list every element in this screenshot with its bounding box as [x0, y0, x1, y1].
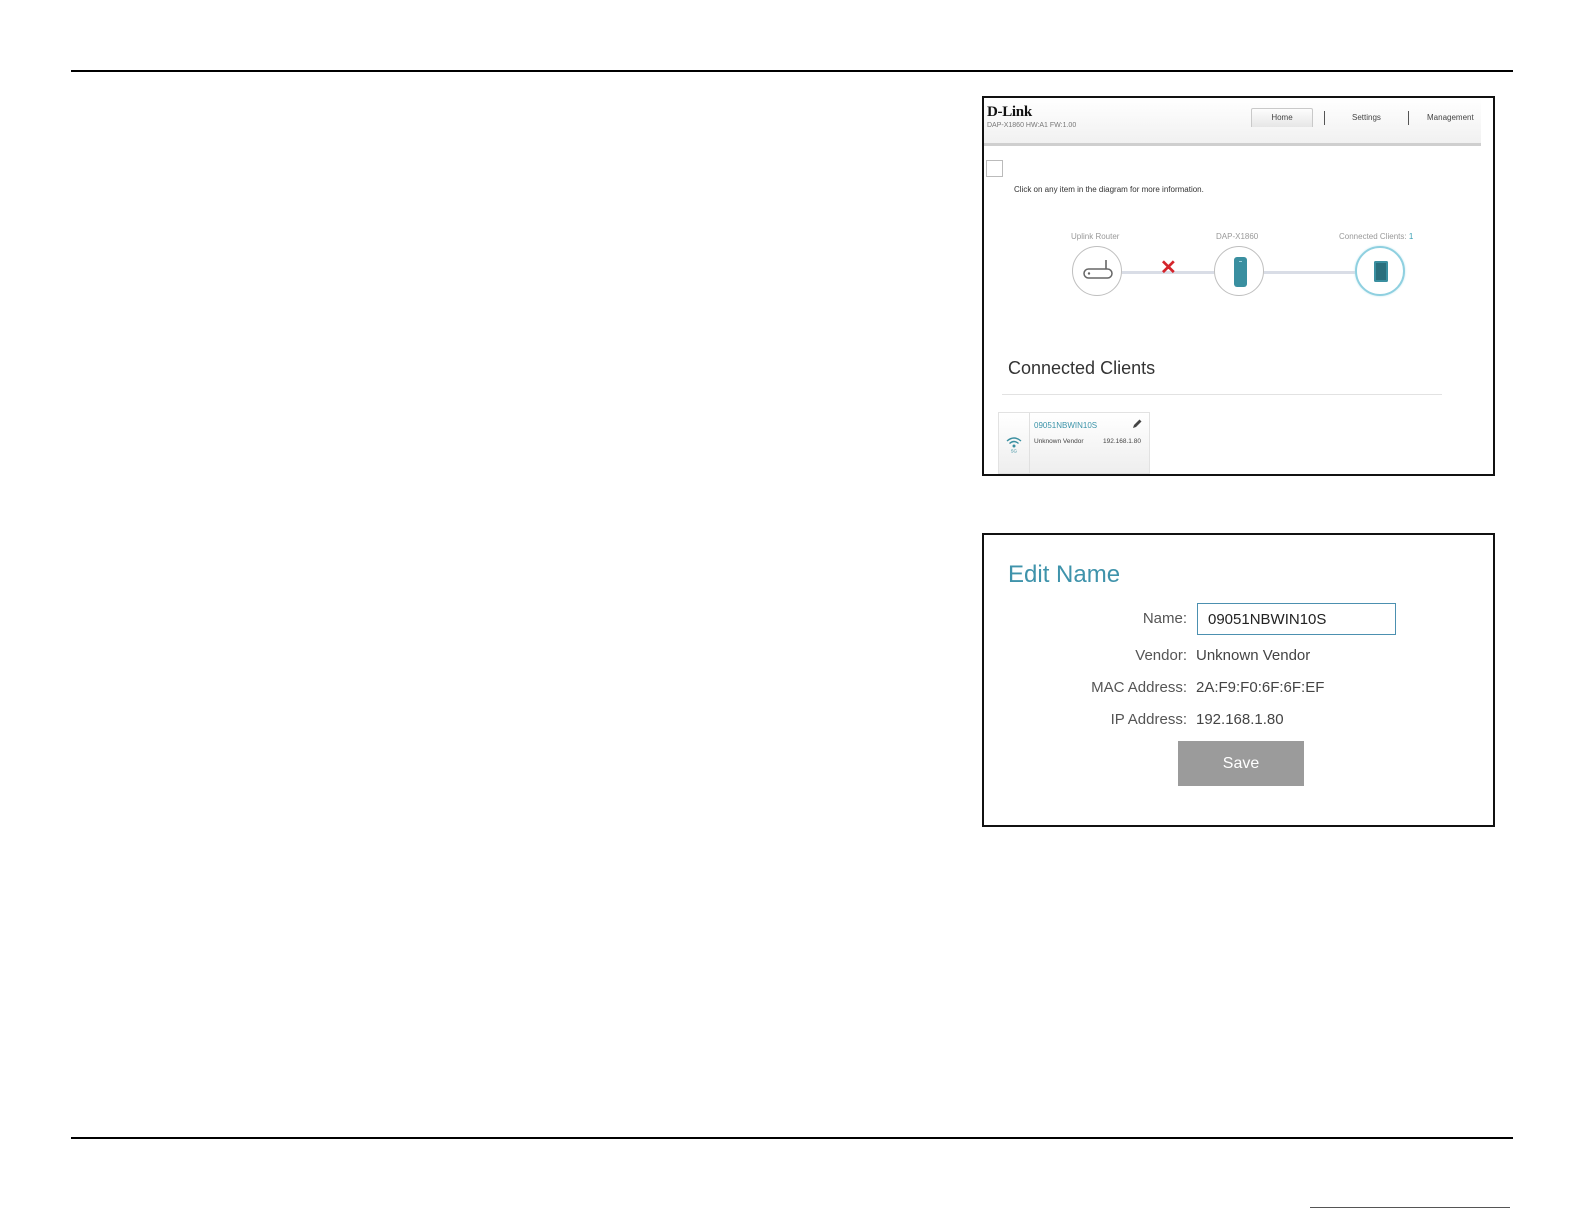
client-connection-line	[1264, 271, 1355, 274]
mac-address-value: 2A:F9:F0:6F:6F:EF	[1196, 679, 1325, 696]
extender-label: DAP-X1860	[1216, 232, 1259, 241]
nav-separator	[1408, 111, 1409, 125]
home-page-screenshot: D-Link DAP-X1860 HW:A1 FW:1.00 Home Sett…	[982, 96, 1495, 476]
card-divider	[1029, 413, 1030, 474]
uplink-router-label: Uplink Router	[1071, 232, 1120, 241]
uplink-router-node[interactable]	[1072, 246, 1122, 296]
disconnected-x-icon: ✕	[1160, 257, 1177, 279]
connected-clients-label: Connected Clients: 1	[1339, 232, 1413, 241]
wifi-5g-icon: 5G	[1005, 435, 1023, 458]
edit-name-dialog: Edit Name Name: Vendor: Unknown Vendor M…	[982, 533, 1495, 827]
nav-separator	[1324, 111, 1325, 125]
name-label: Name:	[1142, 610, 1187, 627]
device-info: DAP-X1860 HW:A1 FW:1.00	[987, 122, 1077, 129]
router-icon	[1083, 260, 1113, 279]
mac-address-label: MAC Address:	[1091, 679, 1187, 696]
page-bottom-rule	[71, 1137, 1513, 1139]
placeholder-box	[986, 160, 1003, 177]
header-bar: D-Link DAP-X1860 HW:A1 FW:1.00 Home Sett…	[984, 98, 1481, 146]
client-card[interactable]: 5G 09051NBWIN10S Unknown Vendor 192.168.…	[998, 412, 1150, 474]
tab-management[interactable]: Management	[1427, 113, 1474, 122]
tab-settings[interactable]: Settings	[1352, 113, 1381, 122]
client-name[interactable]: 09051NBWIN10S	[1034, 421, 1097, 430]
page-top-rule	[71, 70, 1513, 72]
tab-home[interactable]: Home	[1251, 108, 1313, 127]
tablet-icon	[1374, 261, 1388, 282]
vendor-label: Vendor:	[1135, 647, 1187, 664]
client-vendor: Unknown Vendor	[1034, 438, 1084, 445]
save-button[interactable]: Save	[1178, 741, 1304, 786]
connected-clients-count: 1	[1408, 232, 1414, 241]
ip-address-value: 192.168.1.80	[1196, 711, 1284, 728]
footer-line-fragment	[1310, 1207, 1510, 1208]
ip-address-label: IP Address:	[1110, 711, 1187, 728]
diagram-hint: Click on any item in the diagram for mor…	[1014, 185, 1204, 194]
connected-clients-node[interactable]	[1355, 246, 1405, 296]
client-ip: 192.168.1.80	[1103, 438, 1141, 445]
extender-icon	[1234, 257, 1247, 287]
edit-name-title: Edit Name	[1008, 561, 1121, 588]
section-divider	[1002, 394, 1442, 395]
vendor-value: Unknown Vendor	[1196, 647, 1311, 664]
band-label: 5G	[1011, 449, 1018, 454]
connected-clients-heading: Connected Clients	[1008, 358, 1156, 378]
dlink-logo: D-Link	[987, 104, 1032, 120]
pencil-edit-icon[interactable]	[1131, 417, 1143, 435]
extender-node[interactable]	[1214, 246, 1264, 296]
connected-clients-text: Connected Clients:	[1339, 232, 1407, 241]
name-input[interactable]	[1197, 603, 1396, 635]
